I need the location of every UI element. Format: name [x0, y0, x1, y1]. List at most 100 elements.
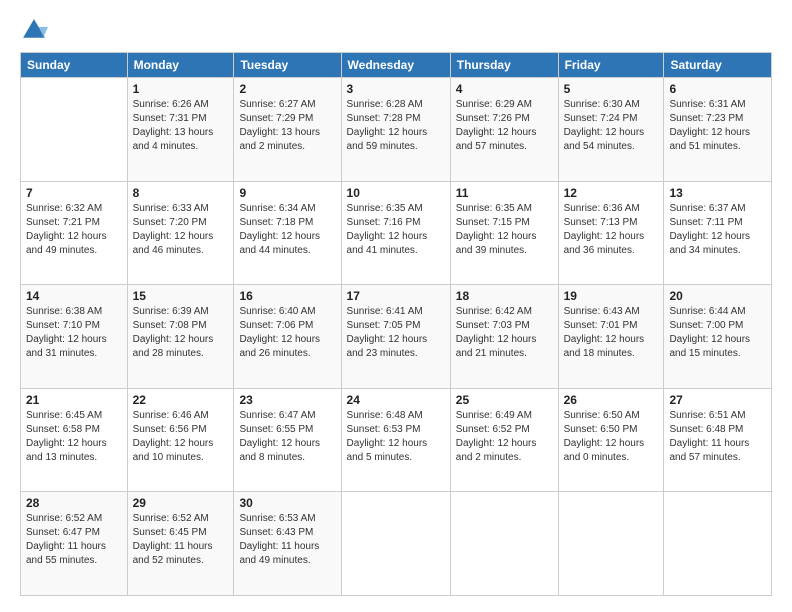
calendar-cell [450, 492, 558, 596]
cell-day-number: 19 [564, 289, 659, 303]
cell-info: Sunrise: 6:33 AMSunset: 7:20 PMDaylight:… [133, 202, 229, 258]
cell-day-number: 13 [669, 186, 766, 200]
calendar-cell: 26Sunrise: 6:50 AMSunset: 6:50 PMDayligh… [558, 388, 664, 492]
logo-icon [20, 16, 48, 44]
calendar-day-header: Friday [558, 53, 664, 78]
cell-info: Sunrise: 6:44 AMSunset: 7:00 PMDaylight:… [669, 305, 766, 361]
cell-day-number: 3 [347, 82, 445, 96]
cell-info: Sunrise: 6:43 AMSunset: 7:01 PMDaylight:… [564, 305, 659, 361]
calendar-cell: 9Sunrise: 6:34 AMSunset: 7:18 PMDaylight… [234, 181, 341, 285]
cell-day-number: 27 [669, 393, 766, 407]
cell-info: Sunrise: 6:26 AMSunset: 7:31 PMDaylight:… [133, 98, 229, 154]
calendar-cell: 10Sunrise: 6:35 AMSunset: 7:16 PMDayligh… [341, 181, 450, 285]
calendar-cell: 25 Sunrise: 6:49 AMSunset: 6:52 PMDayligh… [450, 388, 558, 492]
cell-day-number: 15 [133, 289, 229, 303]
cell-day-number: 11 [456, 186, 553, 200]
calendar-week-row: 28 Sunrise: 6:52 AMSunset: 6:47 PMDayligh… [21, 492, 772, 596]
calendar-cell [21, 78, 128, 182]
calendar-day-header: Tuesday [234, 53, 341, 78]
calendar-header-row: SundayMondayTuesdayWednesdayThursdayFrid… [21, 53, 772, 78]
cell-info: Sunrise: 6:41 AMSunset: 7:05 PMDaylight:… [347, 305, 445, 361]
calendar-cell: 27 Sunrise: 6:51 AMSunset: 6:48 PMDayligh… [664, 388, 772, 492]
calendar-day-header: Wednesday [341, 53, 450, 78]
cell-day-number: 1 [133, 82, 229, 96]
calendar-cell: 2Sunrise: 6:27 AMSunset: 7:29 PMDaylight… [234, 78, 341, 182]
calendar-cell: 5Sunrise: 6:30 AMSunset: 7:24 PMDaylight… [558, 78, 664, 182]
calendar-cell: 28 Sunrise: 6:52 AMSunset: 6:47 PMDayligh… [21, 492, 128, 596]
cell-day-number: 17 [347, 289, 445, 303]
cell-day-number: 23 [239, 393, 335, 407]
header [20, 16, 772, 44]
calendar-cell: 1 Sunrise: 6:26 AMSunset: 7:31 PMDaylight… [127, 78, 234, 182]
cell-info: Sunrise: 6:48 AMSunset: 6:53 PMDaylight:… [347, 409, 445, 465]
calendar-cell: 18 Sunrise: 6:42 AMSunset: 7:03 PMDayligh… [450, 285, 558, 389]
cell-day-number: 7 [26, 186, 122, 200]
calendar-cell: 7 Sunrise: 6:32 AMSunset: 7:21 PMDaylight… [21, 181, 128, 285]
cell-day-number: 30 [239, 496, 335, 510]
cell-day-number: 20 [669, 289, 766, 303]
cell-info: Sunrise: 6:51 AMSunset: 6:48 PMDaylight:… [669, 409, 766, 465]
page: SundayMondayTuesdayWednesdayThursdayFrid… [0, 0, 792, 612]
calendar-day-header: Sunday [21, 53, 128, 78]
cell-info: Sunrise: 6:39 AMSunset: 7:08 PMDaylight:… [133, 305, 229, 361]
cell-info: Sunrise: 6:50 AMSunset: 6:50 PMDaylight:… [564, 409, 659, 465]
calendar-cell: 15 Sunrise: 6:39 AMSunset: 7:08 PMDayligh… [127, 285, 234, 389]
cell-info: Sunrise: 6:45 AMSunset: 6:58 PMDaylight:… [26, 409, 122, 465]
calendar-cell: 16 Sunrise: 6:40 AMSunset: 7:06 PMDayligh… [234, 285, 341, 389]
calendar-cell: 13 Sunrise: 6:37 AMSunset: 7:11 PMDayligh… [664, 181, 772, 285]
calendar-cell: 24 Sunrise: 6:48 AMSunset: 6:53 PMDayligh… [341, 388, 450, 492]
calendar-cell: 22 Sunrise: 6:46 AMSunset: 6:56 PMDayligh… [127, 388, 234, 492]
calendar-cell [664, 492, 772, 596]
calendar-cell: 20 Sunrise: 6:44 AMSunset: 7:00 PMDayligh… [664, 285, 772, 389]
cell-day-number: 28 [26, 496, 122, 510]
calendar-day-header: Monday [127, 53, 234, 78]
calendar-day-header: Saturday [664, 53, 772, 78]
calendar-cell: 29 Sunrise: 6:52 AMSunset: 6:45 PMDayligh… [127, 492, 234, 596]
cell-day-number: 21 [26, 393, 122, 407]
cell-info: Sunrise: 6:30 AMSunset: 7:24 PMDaylight:… [564, 98, 659, 154]
cell-day-number: 25 [456, 393, 553, 407]
cell-day-number: 12 [564, 186, 659, 200]
cell-info: Sunrise: 6:28 AMSunset: 7:28 PMDaylight:… [347, 98, 445, 154]
calendar-cell: 11 Sunrise: 6:35 AMSunset: 7:15 PMDayligh… [450, 181, 558, 285]
cell-info: Sunrise: 6:34 AMSunset: 7:18 PMDaylight:… [239, 202, 335, 258]
calendar-cell: 12 Sunrise: 6:36 AMSunset: 7:13 PMDayligh… [558, 181, 664, 285]
calendar-week-row: 14 Sunrise: 6:38 AMSunset: 7:10 PMDayligh… [21, 285, 772, 389]
cell-info: Sunrise: 6:38 AMSunset: 7:10 PMDaylight:… [26, 305, 122, 361]
cell-info: Sunrise: 6:36 AMSunset: 7:13 PMDaylight:… [564, 202, 659, 258]
calendar-cell: 30Sunrise: 6:53 AMSunset: 6:43 PMDayligh… [234, 492, 341, 596]
cell-day-number: 14 [26, 289, 122, 303]
cell-info: Sunrise: 6:40 AMSunset: 7:06 PMDaylight:… [239, 305, 335, 361]
cell-info: Sunrise: 6:35 AMSunset: 7:16 PMDaylight:… [347, 202, 445, 258]
calendar-day-header: Thursday [450, 53, 558, 78]
cell-info: Sunrise: 6:46 AMSunset: 6:56 PMDaylight:… [133, 409, 229, 465]
cell-info: Sunrise: 6:49 AMSunset: 6:52 PMDaylight:… [456, 409, 553, 465]
calendar-cell: 6 Sunrise: 6:31 AMSunset: 7:23 PMDaylight… [664, 78, 772, 182]
cell-day-number: 24 [347, 393, 445, 407]
calendar-week-row: 21 Sunrise: 6:45 AMSunset: 6:58 PMDayligh… [21, 388, 772, 492]
cell-day-number: 16 [239, 289, 335, 303]
calendar-cell: 3 Sunrise: 6:28 AMSunset: 7:28 PMDaylight… [341, 78, 450, 182]
cell-info: Sunrise: 6:35 AMSunset: 7:15 PMDaylight:… [456, 202, 553, 258]
cell-day-number: 4 [456, 82, 553, 96]
calendar-cell: 17 Sunrise: 6:41 AMSunset: 7:05 PMDayligh… [341, 285, 450, 389]
cell-info: Sunrise: 6:52 AMSunset: 6:45 PMDaylight:… [133, 512, 229, 568]
calendar-cell: 14 Sunrise: 6:38 AMSunset: 7:10 PMDayligh… [21, 285, 128, 389]
cell-info: Sunrise: 6:32 AMSunset: 7:21 PMDaylight:… [26, 202, 122, 258]
calendar-table: SundayMondayTuesdayWednesdayThursdayFrid… [20, 52, 772, 596]
cell-day-number: 22 [133, 393, 229, 407]
cell-day-number: 18 [456, 289, 553, 303]
calendar-cell [341, 492, 450, 596]
calendar-week-row: 7 Sunrise: 6:32 AMSunset: 7:21 PMDaylight… [21, 181, 772, 285]
cell-info: Sunrise: 6:29 AMSunset: 7:26 PMDaylight:… [456, 98, 553, 154]
calendar-week-row: 1 Sunrise: 6:26 AMSunset: 7:31 PMDaylight… [21, 78, 772, 182]
cell-info: Sunrise: 6:31 AMSunset: 7:23 PMDaylight:… [669, 98, 766, 154]
cell-day-number: 2 [239, 82, 335, 96]
cell-day-number: 29 [133, 496, 229, 510]
cell-info: Sunrise: 6:37 AMSunset: 7:11 PMDaylight:… [669, 202, 766, 258]
cell-info: Sunrise: 6:52 AMSunset: 6:47 PMDaylight:… [26, 512, 122, 568]
cell-info: Sunrise: 6:42 AMSunset: 7:03 PMDaylight:… [456, 305, 553, 361]
calendar-cell: 4 Sunrise: 6:29 AMSunset: 7:26 PMDaylight… [450, 78, 558, 182]
cell-day-number: 8 [133, 186, 229, 200]
cell-day-number: 6 [669, 82, 766, 96]
